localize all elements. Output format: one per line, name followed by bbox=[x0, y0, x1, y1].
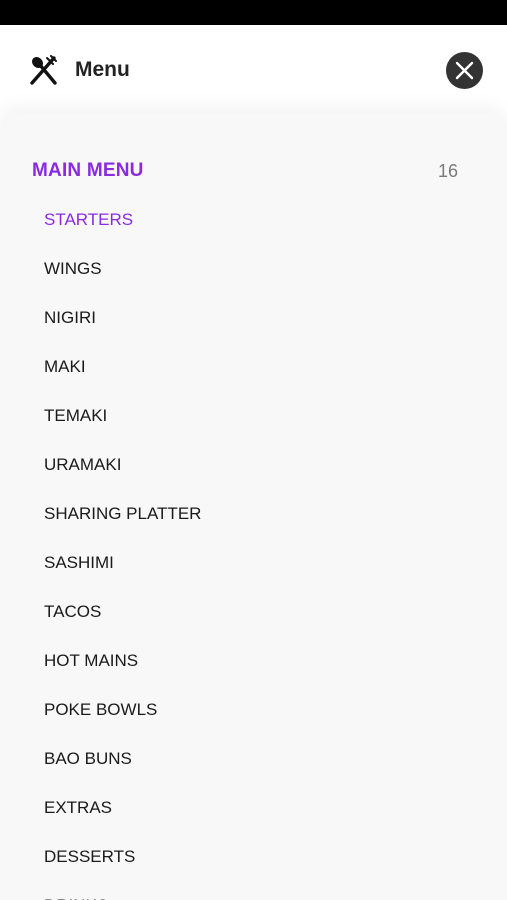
menu-item-maki[interactable]: MAKI bbox=[44, 342, 201, 391]
menu-title: Menu bbox=[75, 58, 130, 81]
menu-item-starters[interactable]: STARTERS bbox=[44, 195, 201, 244]
category-list: STARTERS WINGS NIGIRI MAKI TEMAKI URAMAKI SHAR… bbox=[44, 195, 201, 900]
close-button[interactable] bbox=[446, 52, 483, 89]
section-count: 16 bbox=[437, 161, 458, 181]
menu-item-sashimi[interactable]: SASHIMI bbox=[44, 538, 201, 587]
menu-item-sharing-platter[interactable]: SHARING PLATTER bbox=[44, 489, 201, 538]
menu-item-extras[interactable]: EXTRAS bbox=[44, 783, 201, 832]
fork-spoon-icon bbox=[28, 55, 60, 87]
status-bar bbox=[0, 0, 507, 25]
menu-item-hot-mains[interactable]: HOT MAINS bbox=[44, 636, 201, 685]
menu-panel: MAIN MENU 16 STARTERS WINGS NIGIRI MAKI TEMA… bbox=[0, 113, 507, 900]
section-header[interactable]: MAIN MENU 16 bbox=[32, 157, 458, 185]
menu-item-nigiri[interactable]: NIGIRI bbox=[44, 293, 201, 342]
menu-item-tacos[interactable]: TACOS bbox=[44, 587, 201, 636]
menu-item-wings[interactable]: WINGS bbox=[44, 244, 201, 293]
menu-header: Menu bbox=[0, 25, 507, 113]
menu-item-drinks[interactable]: DRINKS bbox=[44, 881, 201, 900]
menu-item-bao-buns[interactable]: BAO BUNS bbox=[44, 734, 201, 783]
menu-sheet: Menu MAIN MENU 16 STARTERS WINGS NIGIRI MAK… bbox=[0, 25, 507, 900]
menu-item-desserts[interactable]: DESSERTS bbox=[44, 832, 201, 881]
menu-item-uramaki[interactable]: URAMAKI bbox=[44, 440, 201, 489]
menu-item-temaki[interactable]: TEMAKI bbox=[44, 391, 201, 440]
menu-item-poke-bowls[interactable]: POKE BOWLS bbox=[44, 685, 201, 734]
section-title: MAIN MENU bbox=[32, 160, 144, 181]
